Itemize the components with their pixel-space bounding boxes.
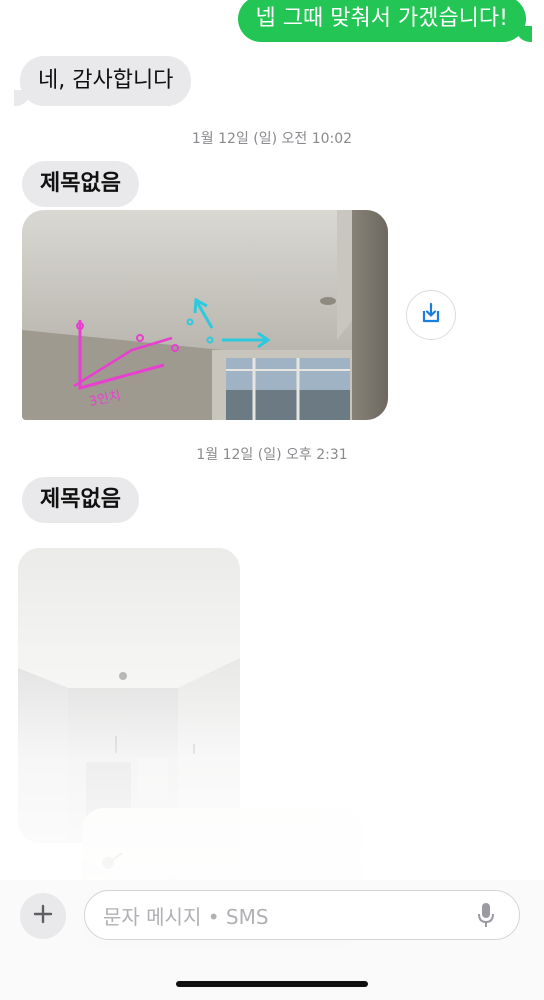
mms-subject-text: 제목없음 <box>40 171 121 196</box>
plus-icon <box>33 904 53 928</box>
home-indicator[interactable] <box>176 981 368 987</box>
mms-subject-bubble[interactable]: 제목없음 <box>22 477 139 523</box>
timestamp: 1월 12일 (일) 오후 2:31 <box>196 447 348 463</box>
mms-subject-text: 제목없음 <box>40 487 121 512</box>
photo-attachment[interactable] <box>18 548 240 843</box>
add-attachment-button[interactable] <box>20 893 66 939</box>
timestamp: 1월 12일 (일) 오전 10:02 <box>191 131 353 147</box>
message-input[interactable]: 문자 메시지 • SMS <box>84 890 520 940</box>
download-icon <box>420 302 442 328</box>
incoming-message-text: 네, 감사합니다 <box>38 68 174 93</box>
outgoing-message-bubble[interactable]: 넵 그때 맞춰서 가겠습니다! <box>237 0 533 42</box>
ceiling-photo: 3인치 <box>22 210 388 420</box>
incoming-message-bubble[interactable]: 네, 감사합니다 <box>13 56 192 106</box>
ceiling-photo <box>18 548 240 843</box>
save-image-button[interactable] <box>406 290 456 340</box>
microphone-icon[interactable] <box>475 900 497 930</box>
mms-subject-bubble[interactable]: 제목없음 <box>22 161 139 207</box>
outgoing-message-text: 넵 그때 맞춰서 가겠습니다! <box>255 6 508 31</box>
message-input-placeholder: 문자 메시지 • SMS <box>103 904 269 929</box>
photo-attachment[interactable]: 3인치 <box>22 210 388 420</box>
